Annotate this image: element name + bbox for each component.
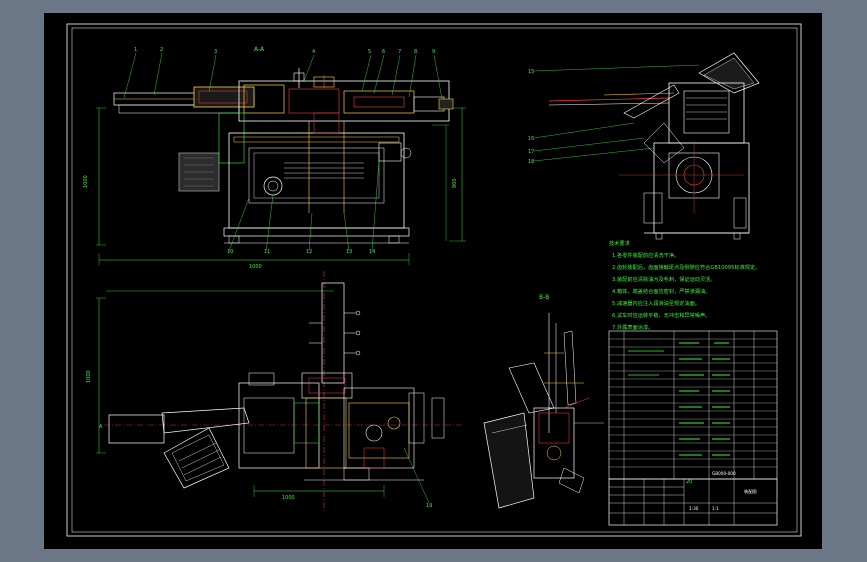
dim-plan-height: 1000 xyxy=(86,370,92,383)
balloon-12: 12 xyxy=(306,249,312,255)
section-view xyxy=(483,313,604,509)
dim-front-right: 800 xyxy=(452,178,458,188)
dim-front-width: 1000 xyxy=(249,264,262,270)
title-block: GB000-000 1:1 1:30 装配图 xyxy=(608,471,778,526)
front-view xyxy=(96,52,466,265)
balloon-14: 14 xyxy=(369,249,375,255)
balloon-5: 5 xyxy=(368,49,371,55)
balloon-8: 8 xyxy=(414,49,417,55)
notes-title: 技术要求 xyxy=(609,239,631,247)
view-label-top: A-A xyxy=(254,46,265,53)
balloon-6: 6 xyxy=(382,49,385,55)
balloon-13: 13 xyxy=(346,249,352,255)
balloon-1: 1 xyxy=(134,47,137,53)
balloon-2: 2 xyxy=(160,47,163,53)
title-sheet: 1:30 xyxy=(689,506,699,511)
note-3: 3.装配前应清除油污及毛刺，保证运动灵活。 xyxy=(612,275,716,283)
drawing-sheet: 1000 1000 800 A-A 1 2 3 4 5 6 7 8 9 10 1… xyxy=(44,13,822,549)
parts-list xyxy=(608,330,778,480)
view-label-side: B-B xyxy=(539,294,549,301)
cad-drawing: 1000 1000 800 A-A 1 2 3 4 5 6 7 8 9 10 1… xyxy=(66,23,802,537)
section-mark-left: A xyxy=(99,424,103,430)
balloon-18: 18 xyxy=(528,159,534,165)
balloon-19: 19 xyxy=(426,503,432,509)
drawing-number: GB000-000 xyxy=(712,471,736,476)
note-1: 1.各零件装配前应清洗干净。 xyxy=(612,251,679,259)
dim-front-height: 1000 xyxy=(83,175,89,188)
balloon-15: 15 xyxy=(528,69,534,75)
balloon-11: 11 xyxy=(264,249,270,255)
balloon-10: 10 xyxy=(227,249,233,255)
note-6: 6.试车时应运转平稳，无冲击和异常噪声。 xyxy=(612,311,710,319)
note-4: 4.箱体、端盖结合面应密封，严禁渗漏油。 xyxy=(612,287,710,295)
balloon-9: 9 xyxy=(432,49,435,55)
balloon-4: 4 xyxy=(312,49,315,55)
note-5: 5.减速器内应注入润滑油至规定油面。 xyxy=(612,299,700,307)
balloon-16: 16 xyxy=(528,136,534,142)
plan-view xyxy=(96,271,464,513)
technical-notes: 技术要求 1.各零件装配前应清洗干净。 2.齿轮装配后，齿面接触斑点及侧隙应符合… xyxy=(609,239,760,331)
title-material: 装配图 xyxy=(744,488,757,495)
note-2: 2.齿轮装配后，齿面接触斑点及侧隙应符合GB10095标准规定。 xyxy=(612,263,760,271)
dim-plan-width: 1000 xyxy=(282,495,295,501)
balloon-20: 20 xyxy=(686,479,692,485)
balloon-3: 3 xyxy=(214,49,217,55)
side-view xyxy=(533,52,760,240)
title-scale: 1:1 xyxy=(712,506,719,511)
balloon-17: 17 xyxy=(528,149,534,155)
balloon-7: 7 xyxy=(398,49,401,55)
note-7: 7.外露表面涂漆。 xyxy=(612,323,653,331)
